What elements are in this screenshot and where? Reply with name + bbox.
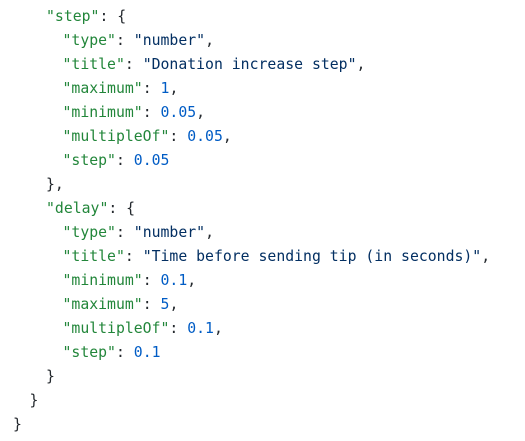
code-line: "type": "number", [63, 29, 214, 53]
json-key: "step" [62, 152, 116, 169]
json-punctuation: , [205, 224, 214, 241]
json-punctuation: , [196, 104, 206, 121]
json-punctuation: : { [108, 200, 136, 217]
json-punctuation: : [124, 248, 143, 265]
json-punctuation: : [115, 32, 134, 49]
code-view: "step": {"type": "number", "title": "Dona… [0, 0, 525, 441]
code-line: "maximum": 1, [63, 77, 179, 101]
code-line: } [30, 389, 39, 413]
json-number: 0.1 [160, 272, 188, 289]
json-punctuation: : [115, 224, 134, 241]
json-key: "maximum" [62, 80, 143, 97]
json-punctuation: : [169, 320, 188, 337]
json-number: 0.05 [187, 128, 223, 145]
json-number: 0.1 [187, 320, 214, 337]
json-punctuation: , [213, 320, 223, 337]
json-punctuation: , [205, 32, 214, 49]
json-key: "title" [62, 56, 125, 73]
json-punctuation: : [124, 56, 143, 73]
json-string: "Donation increase step" [142, 56, 357, 73]
code-line: "maximum": 5, [63, 293, 179, 317]
code-line: } [46, 365, 55, 389]
json-key: "title" [62, 248, 125, 265]
json-punctuation: : [142, 272, 161, 289]
json-punctuation: : [169, 128, 188, 145]
json-punctuation: , [169, 80, 179, 97]
code-line: "title": "Donation increase step", [63, 53, 366, 77]
json-punctuation: , [356, 56, 366, 73]
code-line: "minimum": 0.05, [63, 101, 206, 125]
json-key: "step" [62, 344, 116, 361]
json-punctuation: , [222, 128, 232, 145]
json-string: "number" [133, 32, 206, 49]
json-key: "minimum" [62, 272, 143, 289]
json-punctuation: : [142, 80, 161, 97]
code-line: "multipleOf": 0.05, [63, 125, 232, 149]
json-key: "step" [46, 8, 100, 25]
code-line: "step": 0.1 [63, 341, 161, 365]
json-string: "number" [133, 224, 206, 241]
json-punctuation: } [29, 392, 39, 409]
code-line: "step": { [46, 5, 126, 29]
json-punctuation: } [46, 368, 55, 385]
json-punctuation: }, [46, 176, 64, 193]
code-line: "multipleOf": 0.1, [63, 317, 223, 341]
json-string: "Time before sending tip (in seconds)" [142, 248, 482, 265]
code-line: "type": "number", [63, 221, 214, 245]
json-punctuation: , [169, 296, 179, 313]
code-line: } [13, 413, 22, 437]
json-number: 0.05 [160, 104, 197, 121]
code-line: "delay": { [46, 197, 135, 221]
json-punctuation: : [142, 104, 161, 121]
json-key: "minimum" [62, 104, 143, 121]
json-punctuation: : { [99, 8, 127, 25]
json-key: "type" [62, 224, 116, 241]
json-key: "delay" [46, 200, 109, 217]
json-number: 0.05 [133, 152, 170, 169]
json-punctuation: : [142, 296, 161, 313]
json-key: "multipleOf" [62, 320, 170, 337]
json-key: "type" [62, 32, 116, 49]
json-punctuation: , [481, 248, 491, 265]
json-key: "maximum" [62, 296, 143, 313]
json-key: "multipleOf" [62, 128, 170, 145]
code-line: "title": "Time before sending tip (in se… [63, 245, 491, 269]
json-punctuation: , [187, 272, 197, 289]
code-line: "step": 0.05 [63, 149, 170, 173]
json-punctuation: : [115, 152, 134, 169]
json-punctuation: } [13, 416, 22, 433]
json-number: 0.1 [133, 344, 161, 361]
code-line: }, [46, 173, 64, 197]
code-line: "minimum": 0.1, [63, 269, 197, 293]
json-punctuation: : [115, 344, 134, 361]
